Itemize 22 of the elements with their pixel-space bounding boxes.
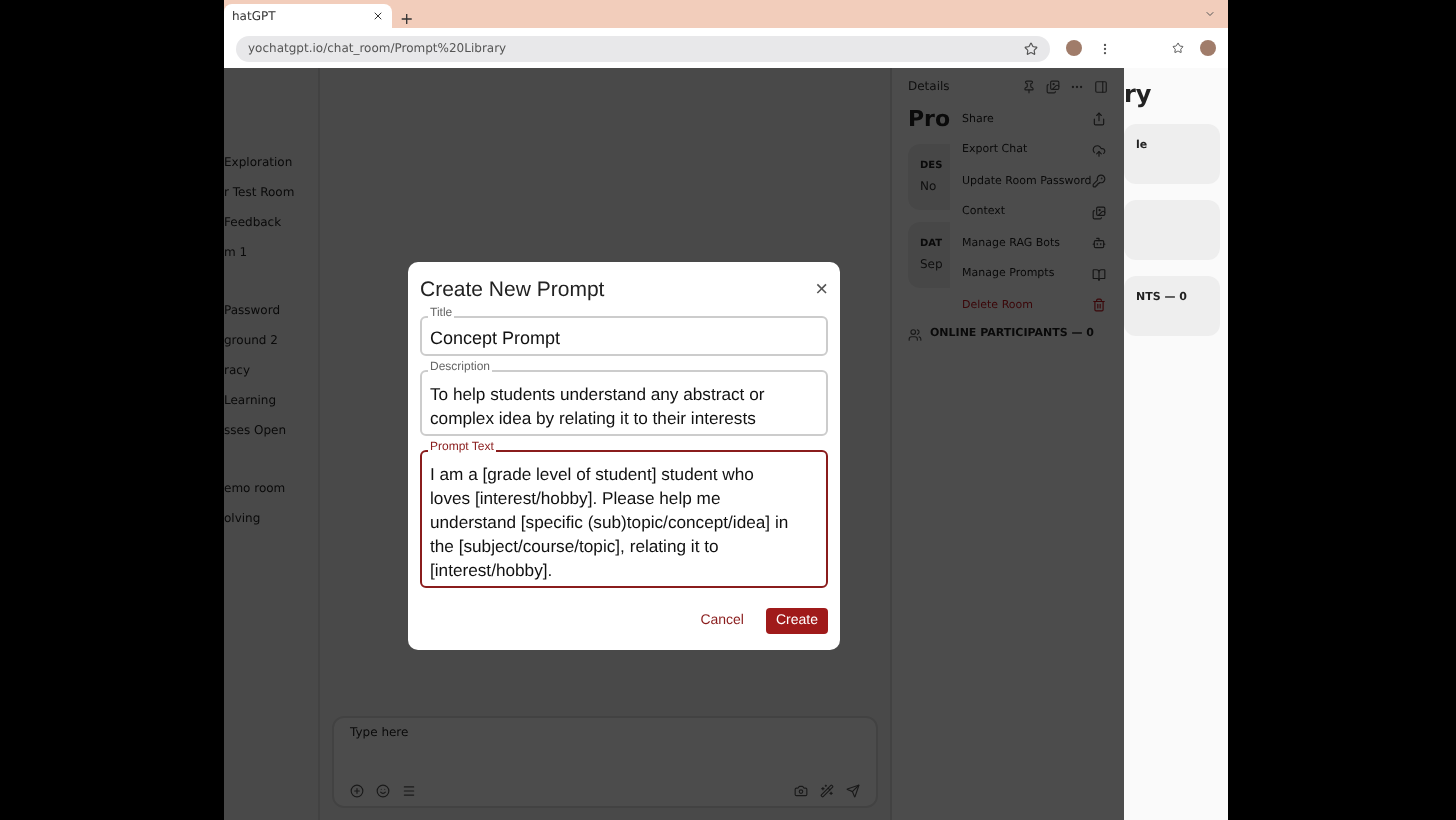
star-icon[interactable] xyxy=(1172,42,1184,54)
star-icon[interactable] xyxy=(1024,41,1038,55)
close-button[interactable]: × xyxy=(815,278,828,302)
share-icon xyxy=(1092,112,1106,127)
images-icon xyxy=(1092,205,1106,220)
avatar[interactable] xyxy=(1200,40,1216,56)
page-title: ry xyxy=(1124,80,1152,108)
new-tab-button[interactable]: + xyxy=(400,10,414,28)
cloud-upload-icon xyxy=(1092,143,1106,158)
text-area[interactable]: I am a [grade level of student] student who loves [interest/hobby]. Please help me understand [specific (sub)topic/concept/idea] in the [subject/course/topic], relating it to [interest/hobby]. xyxy=(420,450,828,588)
dialog-title: Create New Prompt xyxy=(420,278,605,302)
text-field[interactable]: Concept Prompt xyxy=(420,316,828,356)
close-icon[interactable] xyxy=(372,10,384,22)
robot-icon xyxy=(1092,236,1106,251)
chevron-icon[interactable] xyxy=(1204,8,1216,20)
room-title: Pro xyxy=(908,106,951,132)
book-icon xyxy=(1092,267,1106,282)
avatar[interactable] xyxy=(1066,40,1082,56)
text-area[interactable]: To help students understand any abstract or complex idea by relating it to their interests xyxy=(420,370,828,436)
trash-icon xyxy=(1092,298,1106,313)
menu-icon[interactable] xyxy=(1098,41,1112,55)
key-icon xyxy=(1092,174,1106,189)
